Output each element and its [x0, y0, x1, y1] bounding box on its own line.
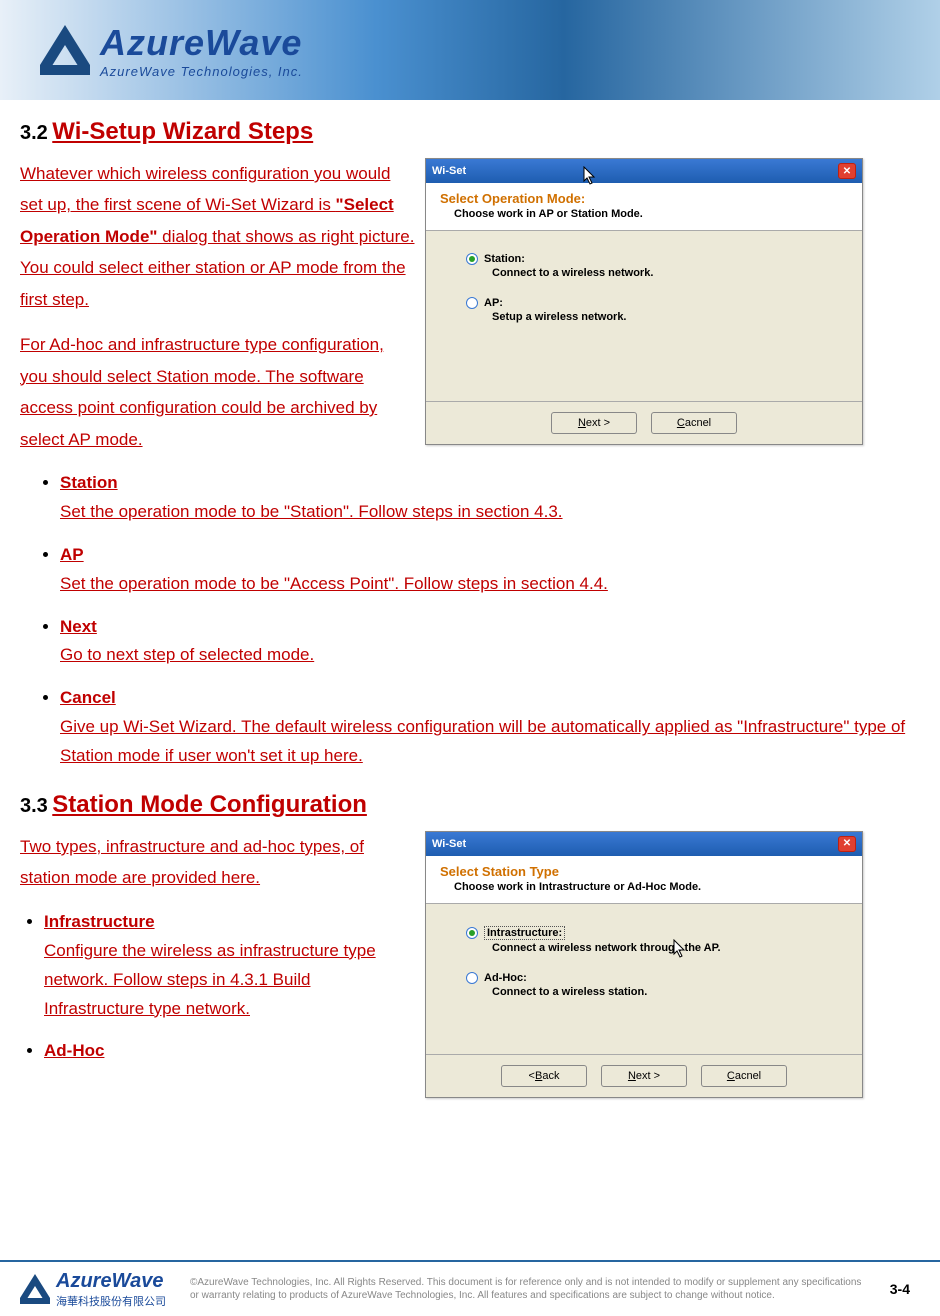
logo-icon	[40, 25, 90, 75]
close-icon[interactable]: ✕	[838, 163, 856, 179]
bullet-desc: Go to next step of selected mode.	[60, 645, 314, 664]
cursor-icon	[583, 166, 597, 186]
section-heading-3-3: 3.3 Station Mode Configuration	[20, 791, 920, 819]
dialog-2-wrap: Wi-Set ✕ Select Station Type Choose work…	[425, 831, 863, 1098]
next-label: ext >	[636, 1070, 660, 1082]
radio-adhoc[interactable]: Ad-Hoc:	[466, 972, 832, 984]
section-number: 3.3	[20, 795, 48, 817]
bullet-head: AP	[60, 545, 84, 564]
footer-brand-cn: 海華科技股份有限公司	[56, 1293, 166, 1309]
radio-infrastructure[interactable]: Intrastructure:	[466, 926, 832, 940]
cancel-label: acnel	[685, 417, 711, 429]
footer-brand: AzureWave	[56, 1270, 166, 1293]
dialog-footer: Next > Cacnel	[426, 401, 862, 444]
next-button[interactable]: Next >	[551, 412, 637, 434]
radio-icon	[466, 972, 478, 984]
radio-station-label: Station:	[484, 253, 525, 265]
radio-ap-desc: Setup a wireless network.	[466, 311, 832, 323]
section-title: Wi-Setup Wizard Steps	[52, 118, 313, 145]
radio-ap[interactable]: AP:	[466, 297, 832, 309]
dialog-heading: Select Station Type	[440, 864, 848, 879]
dialog-1-wrap: Wi-Set ✕ Select Operation Mode: Choose w…	[425, 158, 863, 445]
bullet-desc: Give up Wi-Set Wizard. The default wirel…	[60, 717, 905, 765]
radio-infra-desc: Connect a wireless network through the A…	[466, 942, 832, 954]
bullet-head: Ad-Hoc	[44, 1041, 104, 1060]
dialog-title-text: Wi-Set	[432, 165, 466, 177]
paragraph-2: For Ad-hoc and infrastructure type confi…	[20, 329, 415, 455]
brand-name: AzureWave	[100, 22, 303, 64]
bullet-head: Next	[60, 617, 97, 636]
page-footer: AzureWave 海華科技股份有限公司 ©AzureWave Technolo…	[0, 1260, 940, 1316]
bullet-infrastructure: Infrastructure Configure the wireless as…	[44, 908, 415, 1024]
dialog-subheading: Choose work in AP or Station Mode.	[440, 208, 848, 220]
radio-ap-label: AP:	[484, 297, 503, 309]
footer-disclaimer: ©AzureWave Technologies, Inc. All Rights…	[180, 1276, 866, 1302]
cursor-icon	[673, 939, 687, 959]
bullet-desc: Set the operation mode to be "Access Poi…	[60, 574, 608, 593]
radio-infra-label: Intrastructure:	[484, 926, 565, 940]
dialog-subheading: Choose work in Intrastructure or Ad-Hoc …	[440, 881, 848, 893]
bullet-station: Station Set the operation mode to be "St…	[60, 469, 920, 527]
logo-block: AzureWave AzureWave Technologies, Inc.	[40, 22, 303, 79]
brand-tagline: AzureWave Technologies, Inc.	[100, 64, 303, 79]
back-button[interactable]: < Back	[501, 1065, 587, 1087]
next-button[interactable]: Next >	[601, 1065, 687, 1087]
page-number: 3-4	[880, 1281, 920, 1297]
cancel-label: acnel	[735, 1070, 761, 1082]
dialog-body: Intrastructure: Connect a wireless netwo…	[426, 904, 862, 1054]
dialog-titlebar: Wi-Set ✕	[426, 832, 862, 856]
next-label: ext >	[586, 417, 610, 429]
bullet-head: Infrastructure	[44, 912, 155, 931]
close-icon[interactable]: ✕	[838, 836, 856, 852]
paragraph-33-1: Two types, infrastructure and ad-hoc typ…	[20, 831, 415, 894]
bullet-desc: Configure the wireless as infrastructure…	[44, 941, 376, 1018]
dialog-body: Station: Connect to a wireless network. …	[426, 231, 862, 401]
radio-adhoc-label: Ad-Hoc:	[484, 972, 527, 984]
radio-adhoc-desc: Connect to a wireless station.	[466, 986, 832, 998]
radio-icon	[466, 927, 478, 939]
header-banner: AzureWave AzureWave Technologies, Inc.	[0, 0, 940, 100]
logo-icon	[20, 1274, 50, 1304]
bullet-head: Station	[60, 473, 118, 492]
bullet-next: Next Go to next step of selected mode.	[60, 613, 920, 671]
wiset-dialog-1: Wi-Set ✕ Select Operation Mode: Choose w…	[425, 158, 863, 445]
radio-icon	[466, 297, 478, 309]
dialog-footer: < Back Next > Cacnel	[426, 1054, 862, 1097]
cancel-button[interactable]: Cacnel	[701, 1065, 787, 1087]
dialog-header: Select Station Type Choose work in Intra…	[426, 856, 862, 904]
paragraph-1: Whatever which wireless configuration yo…	[20, 158, 415, 315]
section-heading-3-2: 3.2 Wi-Setup Wizard Steps	[20, 118, 920, 146]
dialog-title-text: Wi-Set	[432, 838, 466, 850]
cancel-button[interactable]: Cacnel	[651, 412, 737, 434]
dialog-heading: Select Operation Mode:	[440, 191, 848, 206]
bullet-desc: Set the operation mode to be "Station". …	[60, 502, 563, 521]
bullet-list-33: Infrastructure Configure the wireless as…	[20, 908, 415, 1066]
radio-station-desc: Connect to a wireless network.	[466, 267, 832, 279]
bullet-head: Cancel	[60, 688, 116, 707]
dialog-titlebar: Wi-Set ✕	[426, 159, 862, 183]
section-title: Station Mode Configuration	[52, 791, 367, 818]
dialog-header: Select Operation Mode: Choose work in AP…	[426, 183, 862, 231]
bullet-list-32: Station Set the operation mode to be "St…	[20, 469, 920, 771]
wiset-dialog-2: Wi-Set ✕ Select Station Type Choose work…	[425, 831, 863, 1098]
bullet-ap: AP Set the operation mode to be "Access …	[60, 541, 920, 599]
bullet-cancel: Cancel Give up Wi-Set Wizard. The defaul…	[60, 684, 920, 771]
radio-icon	[466, 253, 478, 265]
bullet-adhoc: Ad-Hoc	[44, 1037, 415, 1066]
section-number: 3.2	[20, 122, 48, 144]
radio-station[interactable]: Station:	[466, 253, 832, 265]
